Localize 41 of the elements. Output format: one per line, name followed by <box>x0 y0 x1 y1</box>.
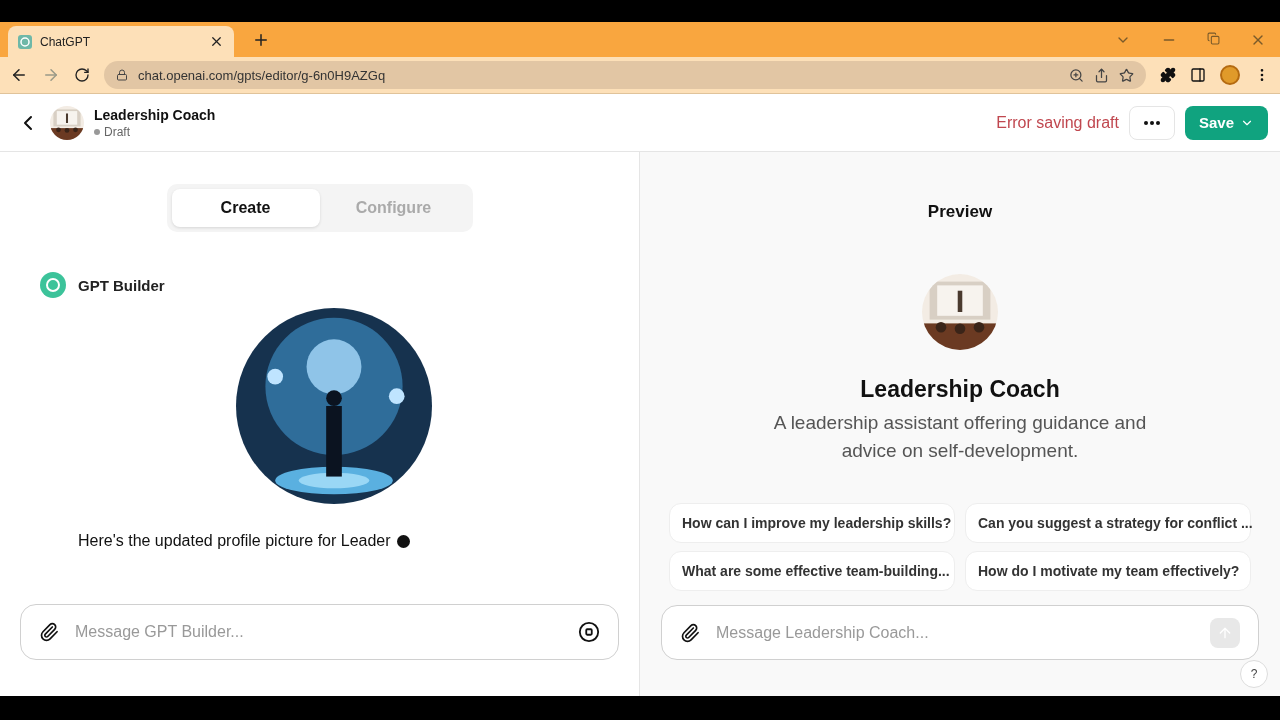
extensions-icon[interactable] <box>1160 67 1176 83</box>
suggestion-chip[interactable]: Can you suggest a strategy for conflict ... <box>965 503 1251 543</box>
restore-icon[interactable] <box>1207 31 1220 45</box>
attach-icon[interactable] <box>39 622 59 642</box>
profile-avatar-icon[interactable] <box>1220 65 1240 85</box>
message-input[interactable]: Message GPT Builder... <box>73 622 564 642</box>
message-field[interactable]: Message Leadership Coach... <box>661 605 1259 660</box>
suggestion-chip[interactable]: How can I improve my leadership skills? <box>669 503 955 543</box>
address-bar[interactable]: chat.openai.com/gpts/editor/g-6n0H9AZGq <box>104 61 1146 89</box>
url-text: chat.openai.com/gpts/editor/g-6n0H9AZGq <box>138 67 387 83</box>
builder-logo-icon <box>40 272 66 298</box>
star-icon[interactable] <box>1119 67 1134 83</box>
zoom-icon[interactable] <box>1069 67 1084 83</box>
side-panel-icon[interactable] <box>1190 67 1206 83</box>
attach-icon[interactable] <box>680 622 700 643</box>
builder-name: GPT Builder <box>78 276 165 294</box>
help-button[interactable]: ? <box>1240 660 1268 688</box>
mode-tab[interactable]: Create <box>171 189 320 227</box>
chatgpt-logo-icon <box>18 34 32 49</box>
suggestion-chip[interactable]: What are some effective team-building... <box>669 551 955 591</box>
tab-title: ChatGPT <box>40 34 91 49</box>
gpt-name: Leadership Coach <box>860 376 1060 403</box>
gpt-description: A leadership assistant offering guidance and advice on self-development. <box>772 411 1148 463</box>
suggestion-chip[interactable]: How do I motivate my team effectively? <box>965 551 1251 591</box>
message-input[interactable]: Message Leadership Coach... <box>714 622 1196 643</box>
more-icon <box>1143 120 1160 125</box>
stop-icon[interactable] <box>578 621 600 643</box>
draft-status: Draft <box>94 124 216 139</box>
typing-cursor-icon <box>396 534 410 548</box>
share-icon[interactable] <box>1094 67 1109 83</box>
chat-message: Here's the updated profile picture for Leader <box>78 532 391 550</box>
back-icon[interactable] <box>10 66 28 84</box>
error-message: Error saving draft <box>996 113 1119 132</box>
gpt-title: Leadership Coach <box>94 106 216 123</box>
close-icon[interactable] <box>209 34 224 49</box>
more-button[interactable] <box>1128 105 1175 140</box>
reload-icon[interactable] <box>74 67 90 83</box>
message-field[interactable]: Message GPT Builder... <box>20 604 619 660</box>
preview-heading: Preview <box>927 202 993 222</box>
lock-icon <box>116 69 128 81</box>
browser-tab[interactable]: ChatGPT <box>8 26 234 57</box>
